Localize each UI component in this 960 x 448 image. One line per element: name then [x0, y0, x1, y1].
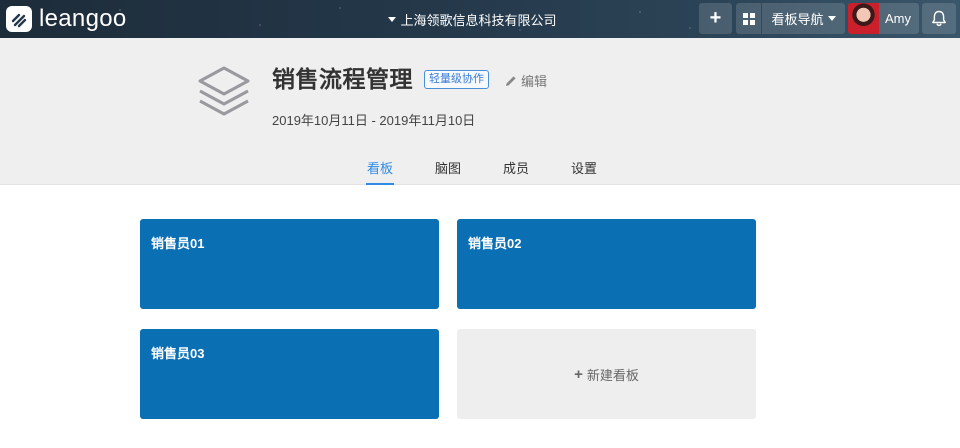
tab-members[interactable]: 成员	[502, 158, 530, 185]
logo[interactable]: leangoo	[6, 6, 127, 32]
chevron-down-icon	[827, 16, 836, 21]
project-header: 销售流程管理 轻量级协作 编辑 2019年10月11日 - 2019年11月10…	[0, 38, 960, 185]
plus-icon: +	[574, 365, 583, 383]
boards-nav-label-wrap: 看板导航	[762, 9, 845, 28]
board-card[interactable]: 销售员01	[140, 219, 439, 309]
user-menu-button[interactable]: Amy	[848, 3, 919, 34]
logo-text: leangoo	[39, 5, 127, 32]
notifications-button[interactable]	[922, 3, 956, 34]
board-name: 销售员03	[151, 346, 205, 361]
new-board-label: 新建看板	[586, 367, 639, 383]
logo-icon	[6, 6, 32, 32]
tab-boards[interactable]: 看板	[366, 158, 394, 185]
pencil-icon	[506, 75, 516, 86]
add-button[interactable]: +	[699, 3, 732, 34]
board-name: 销售员02	[468, 236, 522, 251]
new-board-button[interactable]: + 新建看板	[457, 329, 756, 419]
project-tabs: 看板 脑图 成员 设置	[0, 150, 960, 185]
tab-settings[interactable]: 设置	[570, 158, 598, 185]
plus-icon: +	[709, 7, 722, 29]
boards-nav-button[interactable]: 看板导航	[736, 3, 845, 34]
edit-label: 编辑	[521, 74, 548, 89]
top-navbar: leangoo 上海领歌信息科技有限公司 + 看板导航 Amy	[0, 0, 960, 38]
project-type-badge: 轻量级协作	[424, 70, 489, 89]
board-card[interactable]: 销售员02	[457, 219, 756, 309]
board-name: 销售员01	[151, 236, 205, 251]
tab-mindmap[interactable]: 脑图	[434, 158, 462, 185]
company-switcher[interactable]: 上海领歌信息科技有限公司	[388, 10, 557, 29]
date-range: 2019年10月11日 - 2019年11月10日	[272, 113, 476, 128]
boards-nav-label: 看板导航	[771, 12, 824, 27]
edit-button[interactable]: 编辑	[505, 71, 547, 90]
avatar	[848, 3, 879, 34]
board-card[interactable]: 销售员03	[140, 329, 439, 419]
layers-icon	[195, 64, 253, 118]
page-title: 销售流程管理	[272, 66, 413, 92]
chevron-down-icon	[388, 16, 397, 22]
bell-icon	[932, 10, 946, 27]
user-name: Amy	[885, 11, 911, 26]
company-name: 上海领歌信息科技有限公司	[400, 12, 557, 28]
grid-icon	[736, 3, 762, 34]
